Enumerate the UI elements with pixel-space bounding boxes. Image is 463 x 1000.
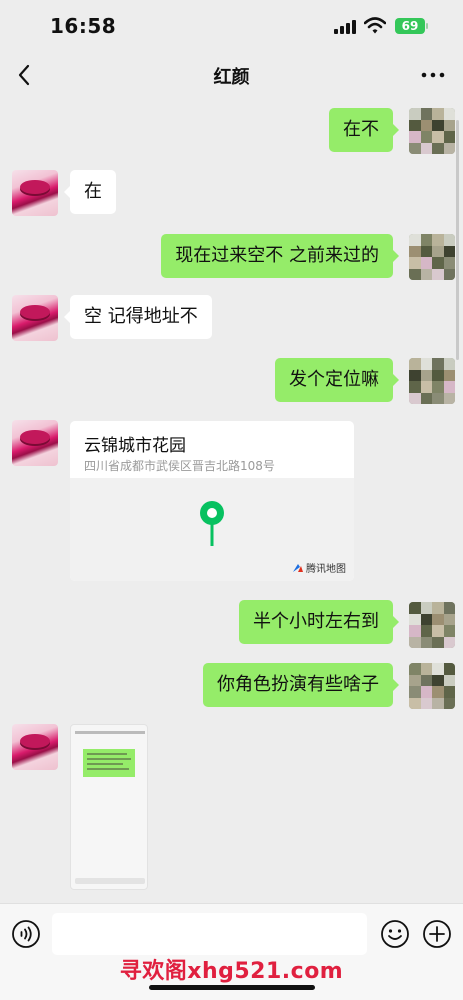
signal-icon	[334, 20, 356, 34]
my-avatar[interactable]	[409, 234, 455, 280]
status-bar: 16:58 69	[0, 0, 463, 52]
message-input[interactable]	[52, 913, 367, 955]
map-provider-label: 腾讯地图	[306, 564, 346, 575]
scrollbar[interactable]	[456, 120, 459, 360]
nav-bar: 红颜	[0, 52, 463, 98]
my-avatar[interactable]	[409, 663, 455, 709]
plus-icon[interactable]	[422, 919, 452, 949]
image-message[interactable]	[70, 724, 148, 890]
my-avatar[interactable]	[409, 602, 455, 648]
message-bubble-outgoing[interactable]: 你角色扮演有些啥子	[203, 663, 399, 707]
contact-avatar[interactable]	[12, 170, 58, 216]
location-title: 云锦城市花园	[84, 436, 186, 456]
tencent-map-logo-icon	[293, 563, 303, 572]
thumb-text-lines	[87, 753, 131, 773]
map-pin-icon	[200, 501, 224, 546]
message-bubble-outgoing[interactable]: 在不	[329, 108, 399, 152]
battery-icon: 69	[395, 18, 425, 34]
wifi-icon	[364, 17, 386, 34]
status-time: 16:58	[50, 14, 117, 38]
message-bubble-outgoing[interactable]: 半个小时左右到	[239, 600, 399, 644]
more-icon[interactable]	[418, 62, 448, 88]
message-bubble-incoming[interactable]: 在	[64, 170, 116, 214]
message-bubble-incoming[interactable]: 空 记得地址不	[64, 295, 212, 339]
home-indicator[interactable]	[149, 985, 315, 990]
location-card[interactable]: 云锦城市花园 四川省成都市武侯区晋吉北路108号 腾讯地图	[70, 421, 354, 581]
map-provider: 腾讯地图	[292, 560, 346, 575]
message-bubble-outgoing[interactable]: 现在过来空不 之前来过的	[161, 234, 399, 278]
thumb-input-bar	[75, 878, 145, 884]
voice-icon[interactable]	[11, 919, 41, 949]
my-avatar[interactable]	[409, 358, 455, 404]
location-map: 腾讯地图	[70, 478, 354, 581]
watermark-text: 寻欢阁xhg521.com	[119, 959, 344, 984]
thumb-header	[75, 731, 145, 734]
contact-avatar[interactable]	[12, 420, 58, 466]
chat-title: 红颜	[213, 67, 250, 88]
message-bubble-outgoing[interactable]: 发个定位嘛	[275, 358, 399, 402]
contact-avatar[interactable]	[12, 724, 58, 770]
emoji-icon[interactable]	[380, 919, 410, 949]
contact-avatar[interactable]	[12, 295, 58, 341]
location-address: 四川省成都市武侯区晋吉北路108号	[84, 459, 275, 473]
my-avatar[interactable]	[409, 108, 455, 154]
battery-tip	[426, 23, 428, 29]
